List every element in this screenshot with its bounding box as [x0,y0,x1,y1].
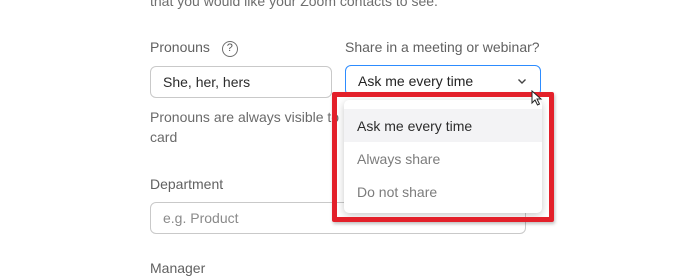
share-dropdown-menu: Ask me every time Always share Do not sh… [344,100,542,213]
pronouns-label-row: Pronouns ? [150,39,238,57]
department-label: Department [150,176,224,192]
share-select-value: Ask me every time [358,72,474,89]
share-select[interactable]: Ask me every time [345,65,541,96]
pronouns-label: Pronouns [150,39,210,55]
pronouns-note-line2: card [150,129,178,145]
pronouns-input[interactable] [150,66,332,98]
mouse-cursor-icon [531,90,543,106]
option-ask-me-every-time[interactable]: Ask me every time [344,109,542,142]
option-do-not-share[interactable]: Do not share [344,175,542,208]
manager-label: Manager [150,260,206,276]
share-label: Share in a meeting or webinar? [345,39,540,55]
help-icon[interactable]: ? [221,40,238,57]
option-always-share[interactable]: Always share [344,142,542,175]
pronouns-note: Pronouns are always visible to card [150,107,339,147]
chevron-down-icon [518,78,526,84]
intro-text: that you would like your Zoom contacts t… [150,0,438,9]
pronouns-note-line1: Pronouns are always visible to [150,109,340,125]
